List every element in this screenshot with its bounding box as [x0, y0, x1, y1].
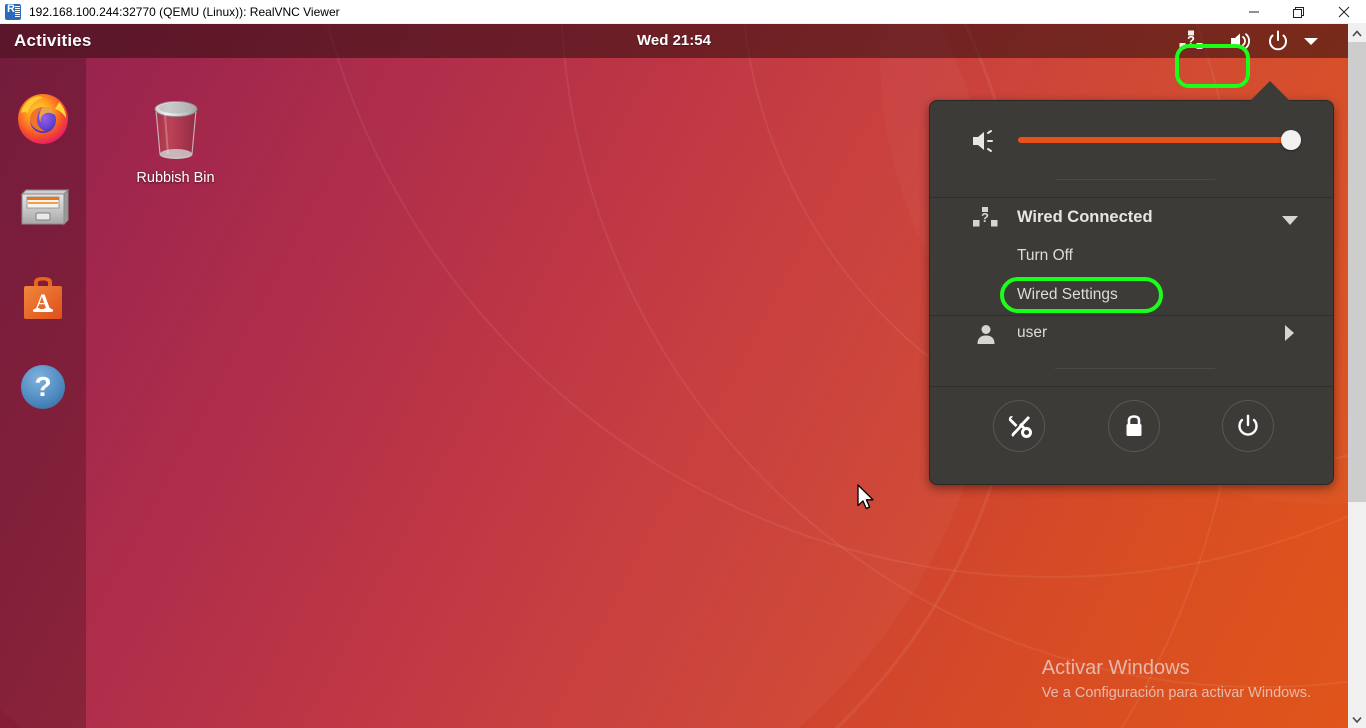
menu-power-button[interactable] [1222, 400, 1274, 452]
help-question-icon: ? [21, 365, 65, 409]
menu-network-icon: ? [972, 206, 1000, 230]
window-title: 192.168.100.244:32770 (QEMU (Linux)): Re… [29, 4, 340, 19]
tray-network-icon[interactable]: ? [1162, 24, 1222, 58]
dock-item-help[interactable]: ? [15, 358, 71, 414]
maximize-icon[interactable] [1276, 0, 1321, 24]
system-menu-pointer [1250, 81, 1290, 101]
close-icon[interactable] [1321, 0, 1366, 24]
volume-slider-handle[interactable] [1281, 130, 1301, 150]
menu-network-expander-icon[interactable] [1281, 213, 1299, 231]
tray-power-icon[interactable] [1260, 24, 1296, 58]
power-icon [1238, 414, 1258, 436]
menu-divider-2 [930, 315, 1333, 316]
menu-user-expander-icon[interactable] [1283, 324, 1295, 347]
tray-volume-icon[interactable] [1222, 24, 1260, 58]
desktop-icon-rubbish-bin[interactable]: Rubbish Bin [123, 96, 228, 186]
vertical-scrollbar[interactable] [1348, 24, 1366, 728]
dock-item-ubuntu-software[interactable]: A [15, 269, 71, 325]
menu-divider-1 [930, 197, 1333, 198]
minimize-icon[interactable] [1231, 0, 1276, 24]
scrollbar-up-arrow-icon[interactable] [1348, 24, 1366, 42]
menu-divider-short-1 [1055, 179, 1215, 180]
window-controls [1231, 0, 1366, 24]
window-title-bar: 192.168.100.244:32770 (QEMU (Linux)): Re… [0, 0, 1366, 24]
menu-divider-3 [930, 386, 1333, 387]
menu-divider-short-2 [1055, 368, 1215, 369]
menu-lock-button[interactable] [1108, 400, 1160, 452]
files-cabinet-icon [20, 188, 70, 226]
tools-icon [1008, 416, 1032, 438]
clock-label[interactable]: Wed 21:54 [0, 24, 1348, 58]
menu-user-avatar-icon [975, 323, 997, 345]
svg-text:?: ? [1187, 33, 1195, 48]
vnc-viewport[interactable]: Rubbish Bin Activar Windows Ve a Configu… [0, 24, 1348, 728]
menu-network-title[interactable]: Wired Connected [1017, 208, 1153, 227]
scrollbar-thumb[interactable] [1348, 42, 1366, 502]
tray-chevron-down-icon[interactable] [1296, 24, 1326, 58]
menu-user-label[interactable]: user [1017, 324, 1047, 342]
volume-slider-track[interactable] [1018, 137, 1292, 143]
firefox-icon [18, 94, 68, 144]
dock-item-files[interactable] [15, 180, 71, 236]
realvnc-logo-icon [5, 3, 21, 20]
padlock-icon [1126, 415, 1142, 436]
desktop-icon-label: Rubbish Bin [136, 170, 215, 186]
ubuntu-software-bag-icon: A [24, 277, 62, 319]
screen: 192.168.100.244:32770 (QEMU (Linux)): Re… [0, 0, 1366, 728]
svg-text:?: ? [34, 371, 51, 402]
menu-volume-icon[interactable] [971, 129, 999, 153]
menu-item-turn-off[interactable]: Turn Off [1017, 247, 1073, 265]
gnome-top-bar: Activities Wed 21:54 ? [0, 24, 1348, 58]
system-tray: ? [1162, 24, 1326, 58]
activities-button[interactable]: Activities [14, 24, 92, 58]
scrollbar-down-arrow-icon[interactable] [1348, 710, 1366, 728]
dock-item-firefox[interactable] [15, 91, 71, 147]
trash-icon [154, 101, 197, 159]
menu-item-wired-settings[interactable]: Wired Settings [1017, 286, 1118, 304]
svg-text:?: ? [981, 210, 989, 225]
ubuntu-dock: A ? [0, 58, 86, 728]
menu-settings-button[interactable] [993, 400, 1045, 452]
